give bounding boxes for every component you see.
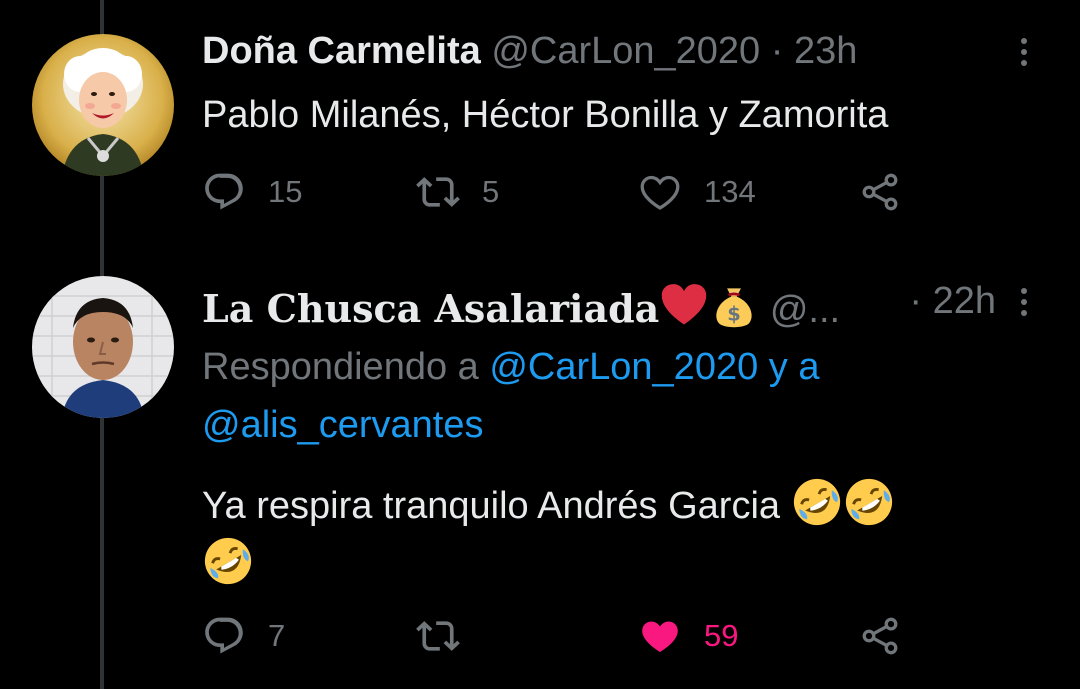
timestamp[interactable]: 23h xyxy=(794,30,857,72)
timestamp[interactable]: 22h xyxy=(933,280,996,322)
avatar-image xyxy=(32,276,174,418)
reply-count: 15 xyxy=(268,174,303,209)
reply-button[interactable]: 7 xyxy=(202,614,285,658)
retweet-button[interactable]: 5 xyxy=(416,170,499,214)
avatar[interactable] xyxy=(32,276,174,418)
display-name[interactable]: Doña Carmelita xyxy=(202,30,481,72)
rolling-on-floor-laughing-emoji xyxy=(843,476,895,528)
like-count: 59 xyxy=(704,618,739,653)
tweet-text: Pablo Milanés, Héctor Bonilla y Zamorita xyxy=(202,94,889,136)
like-button[interactable]: 134 xyxy=(638,170,756,214)
reply-icon xyxy=(205,173,243,210)
tweet-header: La Chusca Asalariada $ @... · 22h xyxy=(202,280,1050,331)
avatar-image xyxy=(32,34,174,176)
share-button[interactable] xyxy=(858,614,902,658)
mention-link[interactable]: @CarLon_2020 xyxy=(489,346,758,388)
share-icon xyxy=(862,173,898,211)
retweet-count: 5 xyxy=(482,174,500,209)
retweet-button[interactable] xyxy=(416,614,482,658)
replying-to: Respondiendo a @CarLon_2020 y a @alis_ce… xyxy=(202,338,1030,454)
separator-dot: · xyxy=(770,30,784,72)
user-handle[interactable]: @... xyxy=(770,289,840,331)
share-button[interactable] xyxy=(858,170,902,214)
like-count: 134 xyxy=(704,174,756,209)
retweet-icon xyxy=(416,177,460,207)
tweet-text-body: Ya respira tranquilo Andrés Garcia xyxy=(202,485,781,527)
timestamp-wrap: · 22h xyxy=(909,280,996,323)
tweet-actions: 15 5 134 xyxy=(202,170,1050,214)
mention-joiner[interactable]: y a xyxy=(758,346,820,388)
red-heart-emoji xyxy=(659,280,709,330)
share-icon xyxy=(862,617,898,655)
svg-text:$: $ xyxy=(728,302,742,325)
reply-icon xyxy=(205,617,243,654)
heart-outline-icon xyxy=(640,175,680,210)
separator-dot: · xyxy=(909,280,923,322)
reply-count: 7 xyxy=(268,618,286,653)
rolling-on-floor-laughing-emoji xyxy=(202,535,254,587)
display-name[interactable]: La Chusca Asalariada xyxy=(202,286,659,331)
like-button[interactable]: 59 xyxy=(638,614,738,658)
tweet-actions: 7 59 xyxy=(202,614,1050,658)
reply-thread: Doña Carmelita @CarLon_2020 · 23h Pablo … xyxy=(0,0,1080,689)
tweet-header: Doña Carmelita @CarLon_2020 · 23h xyxy=(202,30,1050,74)
mention-link[interactable]: @alis_cervantes xyxy=(202,404,483,446)
replying-prefix: Respondiendo a xyxy=(202,346,490,388)
more-options-icon[interactable] xyxy=(1014,284,1034,320)
tweet[interactable]: La Chusca Asalariada $ @... · 22h Respond… xyxy=(0,262,1080,689)
tweet-text: Ya respira tranquilo Andrés Garcia xyxy=(202,476,1050,594)
avatar[interactable] xyxy=(32,34,174,176)
tweet[interactable]: Doña Carmelita @CarLon_2020 · 23h Pablo … xyxy=(0,0,1080,250)
more-options-icon[interactable] xyxy=(1014,34,1034,70)
reply-button[interactable]: 15 xyxy=(202,170,302,214)
user-handle[interactable]: @CarLon_2020 xyxy=(491,30,760,72)
money-bag-emoji: $ xyxy=(709,280,759,330)
rolling-on-floor-laughing-emoji xyxy=(791,476,843,528)
retweet-icon xyxy=(416,621,460,651)
heart-filled-icon xyxy=(642,621,678,652)
